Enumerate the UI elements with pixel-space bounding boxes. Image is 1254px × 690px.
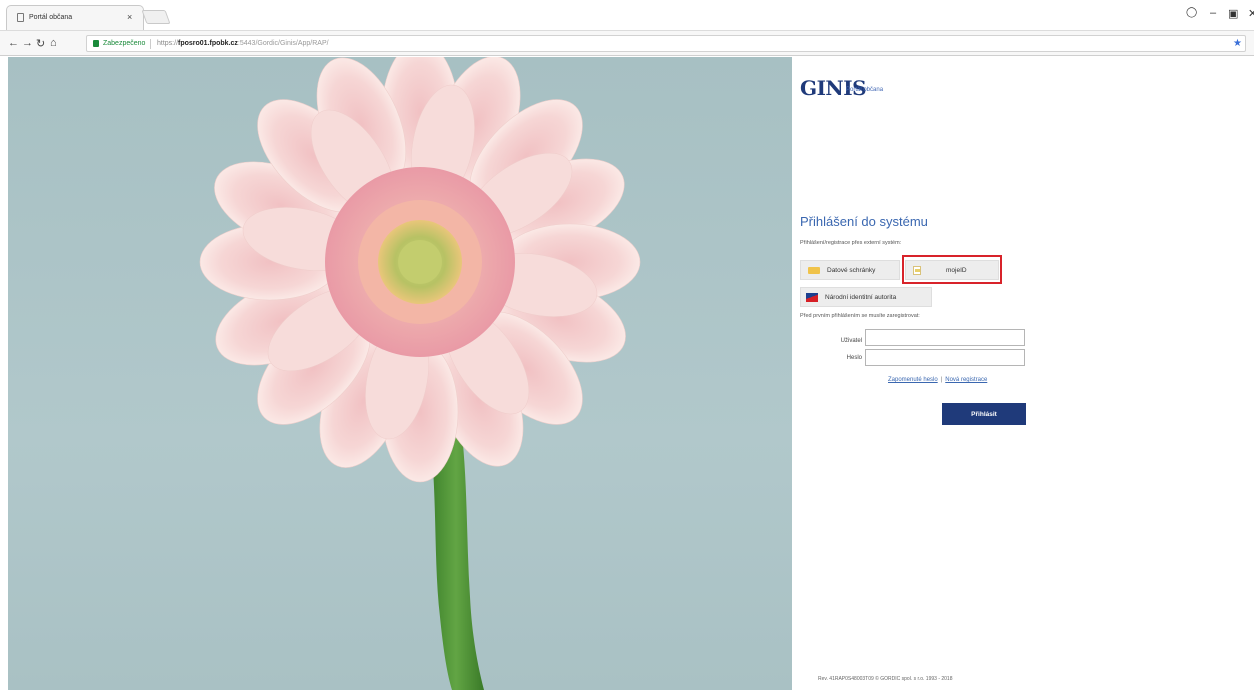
datove-schranky-button[interactable]: Datové schránky — [800, 260, 900, 280]
forward-arrow-icon[interactable]: → — [22, 37, 33, 49]
browser-tab[interactable]: Portál občana × — [6, 5, 144, 30]
maximize-icon[interactable]: ▣ — [1228, 7, 1238, 20]
new-tab-button[interactable] — [141, 10, 171, 24]
nia-label: Národní identitní autorita — [825, 294, 897, 301]
new-registration-link[interactable]: Nová registrace — [945, 377, 987, 383]
pre-register-note: Před prvním přihlášením se musíte zaregi… — [800, 313, 920, 319]
user-field[interactable] — [865, 329, 1025, 346]
mojeid-button[interactable]: mojeID — [905, 260, 999, 280]
minimize-icon[interactable]: – — [1210, 7, 1216, 19]
address-separator — [150, 39, 151, 49]
login-button[interactable]: Přihlásit — [942, 403, 1026, 425]
user-label: Uživatel — [840, 338, 862, 344]
account-links: Zapomenuté heslo | Nová registrace — [888, 377, 987, 383]
login-heading: Přihlášení do systému — [800, 214, 928, 229]
reload-icon[interactable]: ↻ — [36, 37, 45, 50]
url-text: https://fposro01.fpobk.cz:5443/Gordic/Gi… — [157, 40, 329, 47]
datove-schranky-label: Datové schránky — [827, 267, 876, 274]
mailbox-icon — [808, 267, 820, 274]
nia-button[interactable]: Národní identitní autorita — [800, 287, 932, 307]
address-bar[interactable]: Zabezpečeno https://fposro01.fpobk.cz:54… — [86, 35, 1246, 52]
home-icon[interactable]: ⌂ — [50, 37, 57, 49]
background-photo — [8, 57, 792, 690]
external-login-label: Přihlášení/registrace přes externí systé… — [800, 240, 902, 246]
secure-label: Zabezpečeno — [103, 40, 146, 47]
links-separator: | — [940, 377, 943, 383]
flower-image — [199, 57, 641, 690]
star-icon[interactable]: ★ — [1233, 38, 1242, 49]
nia-flag-icon — [806, 293, 818, 302]
browser-tab-bar: Portál občana × ◯ – ▣ ✕ — [0, 0, 1254, 30]
password-field[interactable] — [865, 349, 1025, 366]
password-label: Heslo — [846, 355, 862, 361]
forgot-password-link[interactable]: Zapomenuté heslo — [888, 377, 938, 383]
url-path: :5443/Gordic/Ginis/App/RAP/ — [237, 40, 329, 47]
page-icon — [17, 13, 24, 22]
tab-close-button[interactable]: × — [127, 12, 132, 22]
footer-copyright: Rev. 41RAP0S48003T09 © GORDIC spol. s r.… — [818, 676, 953, 682]
close-icon[interactable]: ✕ — [1248, 7, 1254, 20]
mojeid-label: mojeID — [946, 267, 967, 274]
url-protocol: https:// — [157, 40, 179, 47]
login-panel: GINIS Portál občana Přihlášení do systém… — [792, 57, 1254, 690]
browser-toolbar: ← → ↻ ⌂ Zabezpečeno https://fposro01.fpo… — [0, 30, 1254, 56]
url-host: fposro01.fpobk.cz — [178, 40, 238, 47]
tab-title: Portál občana — [29, 14, 73, 21]
lock-icon — [93, 40, 99, 47]
logo-subtitle: Portál občana — [846, 87, 884, 93]
user-icon[interactable]: ◯ — [1186, 7, 1197, 18]
back-arrow-icon[interactable]: ← — [8, 37, 19, 49]
id-card-icon — [913, 266, 921, 275]
